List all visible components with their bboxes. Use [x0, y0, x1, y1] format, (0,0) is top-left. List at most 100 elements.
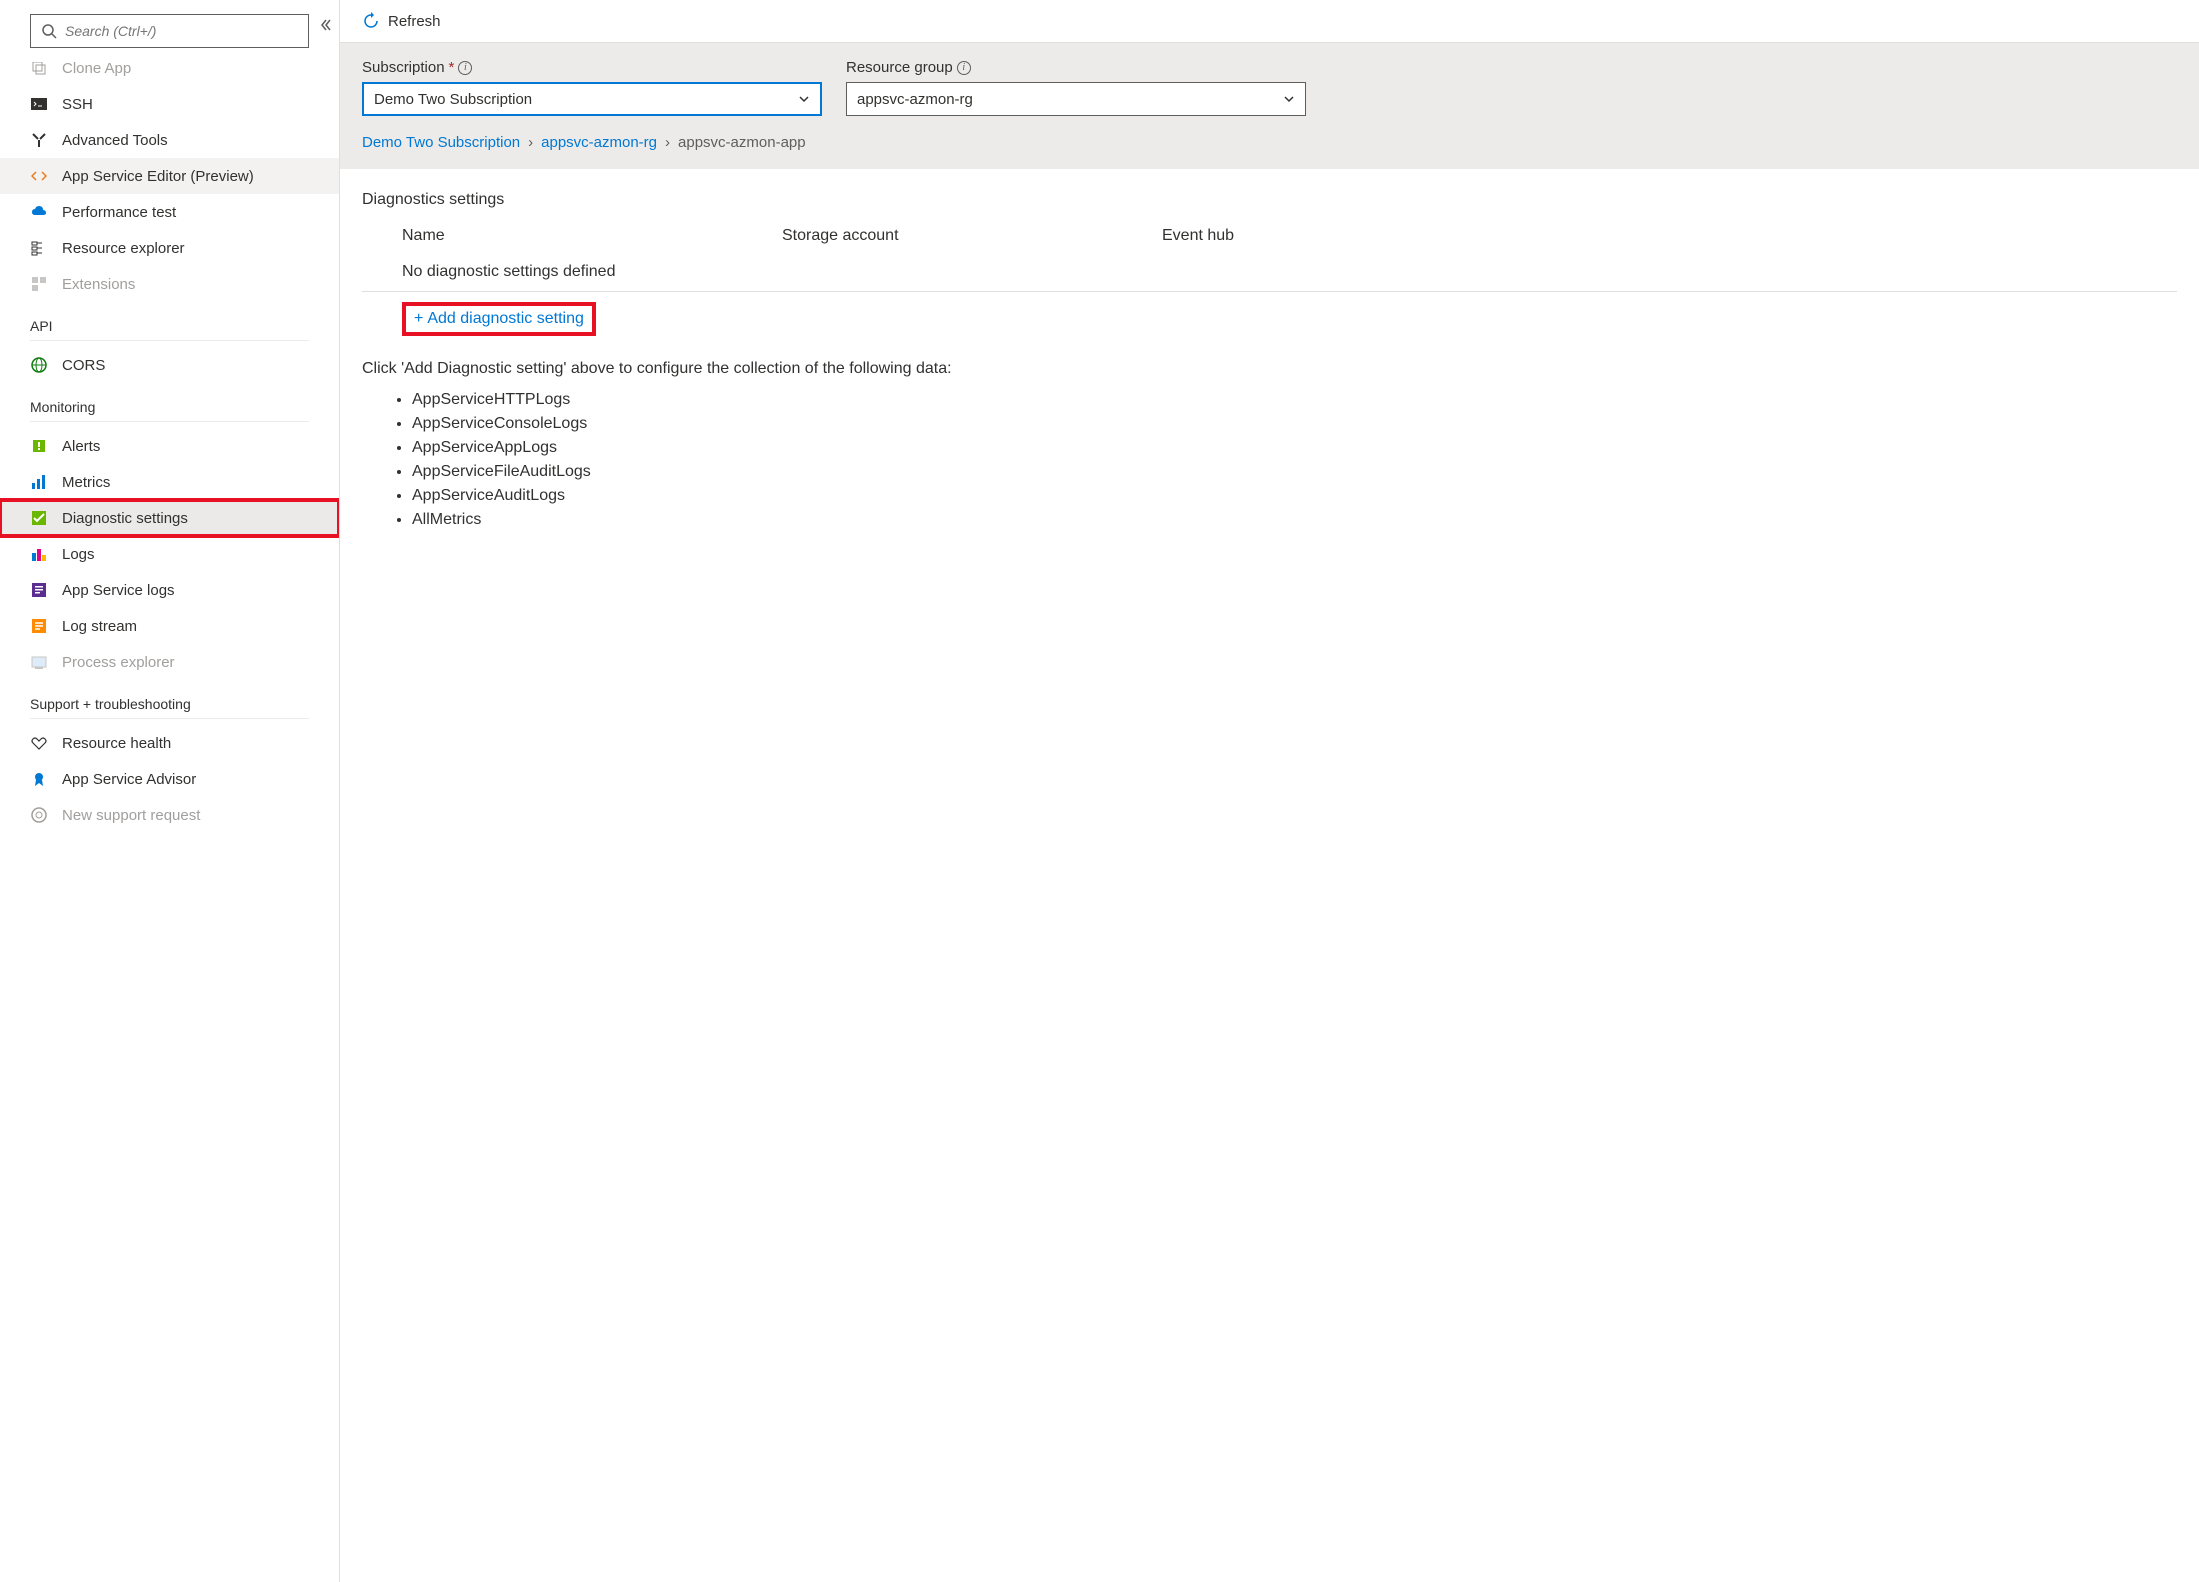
sidebar-item-ssh[interactable]: SSH [0, 86, 339, 122]
section-header-monitoring: Monitoring [30, 383, 309, 422]
search-icon [41, 23, 57, 39]
required-indicator: * [449, 59, 455, 76]
diagnostics-empty-row: No diagnostic settings defined [362, 253, 2177, 292]
subscription-select[interactable]: Demo Two Subscription [362, 82, 822, 116]
breadcrumb-subscription[interactable]: Demo Two Subscription [362, 134, 520, 151]
sidebar-item-label: Advanced Tools [62, 132, 168, 149]
code-icon [30, 167, 48, 185]
sidebar-item-alerts[interactable]: Alerts [0, 428, 339, 464]
sidebar-item-resource-explorer[interactable]: Resource explorer [0, 230, 339, 266]
sidebar-item-label: Resource explorer [62, 240, 185, 257]
stream-icon [30, 617, 48, 635]
sidebar-item-label: New support request [62, 807, 200, 824]
sidebar-item-label: CORS [62, 357, 105, 374]
sidebar-item-label: Logs [62, 546, 95, 563]
diagnostics-help-text: Click 'Add Diagnostic setting' above to … [362, 346, 2177, 388]
diagnostics-title: Diagnostics settings [362, 191, 2177, 209]
data-type-item: AppServiceAppLogs [412, 436, 2177, 460]
logs-icon [30, 545, 48, 563]
sidebar-item-logs[interactable]: Logs [0, 536, 339, 572]
sidebar-item-process-explorer[interactable]: Process explorer [0, 644, 339, 680]
sidebar-item-cors[interactable]: CORS [0, 347, 339, 383]
cloud-icon [30, 203, 48, 221]
chevron-down-icon [798, 93, 810, 105]
sidebar-item-performance-test[interactable]: Performance test [0, 194, 339, 230]
extensions-icon [30, 275, 48, 293]
sidebar-item-app-service-logs[interactable]: App Service logs [0, 572, 339, 608]
refresh-icon [362, 12, 380, 30]
info-icon[interactable]: i [957, 61, 971, 75]
tools-icon [30, 131, 48, 149]
plus-icon: + [414, 310, 423, 328]
sidebar-item-label: Metrics [62, 474, 110, 491]
sidebar-item-label: Performance test [62, 204, 176, 221]
sidebar-item-app-service-advisor[interactable]: App Service Advisor [0, 761, 339, 797]
alert-icon [30, 437, 48, 455]
heart-icon [30, 734, 48, 752]
sidebar-item-new-support-request[interactable]: New support request [0, 797, 339, 833]
chevron-down-icon [1283, 93, 1295, 105]
info-icon[interactable]: i [458, 61, 472, 75]
section-header-api: API [30, 302, 309, 341]
section-header-support: Support + troubleshooting [30, 680, 309, 719]
sidebar: Clone App SSH Advanced Tools App Service… [0, 0, 340, 1582]
data-type-item: AllMetrics [412, 508, 2177, 532]
main-content: Refresh Subscription * i Demo Two Subscr… [340, 0, 2199, 1582]
diagnostics-table-header: Name Storage account Event hub [362, 219, 2177, 253]
subscription-value: Demo Two Subscription [374, 91, 532, 108]
column-name: Name [402, 227, 782, 245]
data-type-item: AppServiceAuditLogs [412, 484, 2177, 508]
breadcrumb: Demo Two Subscription › appsvc-azmon-rg … [340, 134, 2199, 169]
app-logs-icon [30, 581, 48, 599]
chevron-right-icon: › [528, 134, 533, 151]
filter-bar: Subscription * i Demo Two Subscription R… [340, 43, 2199, 134]
sidebar-item-resource-health[interactable]: Resource health [0, 725, 339, 761]
sidebar-item-app-service-editor[interactable]: App Service Editor (Preview) [0, 158, 339, 194]
column-storage: Storage account [782, 227, 1162, 245]
sidebar-item-label: App Service logs [62, 582, 175, 599]
ribbon-icon [30, 770, 48, 788]
diagnostic-icon [30, 509, 48, 527]
resource-group-value: appsvc-azmon-rg [857, 91, 973, 108]
sidebar-item-label: Clone App [62, 62, 131, 77]
sidebar-item-log-stream[interactable]: Log stream [0, 608, 339, 644]
search-input[interactable] [65, 23, 298, 39]
sidebar-item-label: Resource health [62, 735, 171, 752]
sidebar-item-label: App Service Advisor [62, 771, 196, 788]
sidebar-item-label: App Service Editor (Preview) [62, 168, 254, 185]
process-icon [30, 653, 48, 671]
breadcrumb-current: appsvc-azmon-app [678, 134, 806, 151]
search-input-wrap[interactable] [30, 14, 309, 48]
add-diagnostic-setting-button[interactable]: + Add diagnostic setting [402, 302, 596, 336]
sidebar-item-clone-app[interactable]: Clone App [0, 62, 339, 86]
refresh-label: Refresh [388, 13, 441, 30]
resource-group-label: Resource group i [846, 59, 1306, 76]
metrics-icon [30, 473, 48, 491]
sidebar-item-label: SSH [62, 96, 93, 113]
sidebar-item-extensions[interactable]: Extensions [0, 266, 339, 302]
sidebar-item-diagnostic-settings[interactable]: Diagnostic settings [0, 500, 339, 536]
sidebar-item-label: Extensions [62, 276, 135, 293]
column-event-hub: Event hub [1162, 227, 2137, 245]
breadcrumb-resource-group[interactable]: appsvc-azmon-rg [541, 134, 657, 151]
data-type-item: AppServiceHTTPLogs [412, 388, 2177, 412]
sidebar-item-label: Log stream [62, 618, 137, 635]
add-diagnostic-label: Add diagnostic setting [427, 310, 584, 328]
sidebar-item-advanced-tools[interactable]: Advanced Tools [0, 122, 339, 158]
terminal-icon [30, 95, 48, 113]
sidebar-item-label: Diagnostic settings [62, 510, 188, 527]
data-type-item: AppServiceFileAuditLogs [412, 460, 2177, 484]
collapse-sidebar-icon[interactable] [319, 18, 333, 32]
diagnostics-data-types-list: AppServiceHTTPLogs AppServiceConsoleLogs… [362, 388, 2177, 532]
sidebar-nav[interactable]: Clone App SSH Advanced Tools App Service… [0, 62, 339, 1582]
chevron-right-icon: › [665, 134, 670, 151]
sidebar-item-metrics[interactable]: Metrics [0, 464, 339, 500]
clone-icon [30, 62, 48, 77]
sidebar-item-label: Alerts [62, 438, 100, 455]
data-type-item: AppServiceConsoleLogs [412, 412, 2177, 436]
command-bar: Refresh [340, 0, 2199, 43]
globe-icon [30, 356, 48, 374]
refresh-button[interactable]: Refresh [362, 12, 441, 30]
resource-group-select[interactable]: appsvc-azmon-rg [846, 82, 1306, 116]
sidebar-item-label: Process explorer [62, 654, 175, 671]
